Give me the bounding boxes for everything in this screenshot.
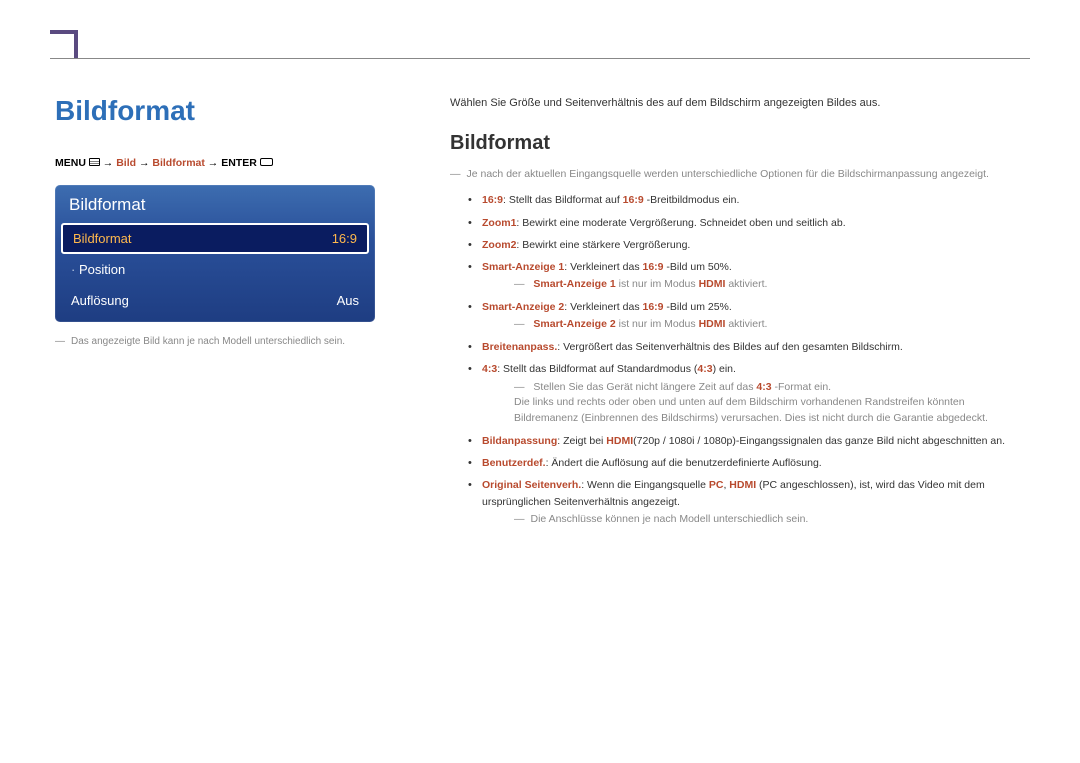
t: : Bewirkt eine stärkere Vergrößerung.	[516, 239, 690, 251]
t: HDMI	[699, 278, 726, 290]
footnote: Das angezeigte Bild kann je nach Modell …	[55, 336, 395, 347]
sub-note: Smart-Anzeige 2 ist nur im Modus HDMI ak…	[514, 317, 1030, 333]
osd-row-value: 16:9	[332, 231, 357, 246]
section-title: Bildformat	[450, 132, 1030, 155]
page-title: Bildformat	[55, 95, 395, 127]
list-item: 16:9: Stellt das Bildformat auf 16:9 -Br…	[450, 192, 1030, 208]
t: 16:9	[643, 301, 664, 313]
t: -Bild um 25%.	[664, 301, 732, 313]
right-column: Wählen Sie Größe und Seitenverhältnis de…	[450, 95, 1030, 534]
t: Stellen Sie das Gerät nicht längere Zeit…	[533, 381, 756, 393]
t: : Stellt das Bildformat auf	[503, 194, 623, 206]
opt-label: Smart-Anzeige 1	[482, 261, 564, 273]
list-item: Breitenanpass.: Vergrößert das Seitenver…	[450, 339, 1030, 355]
osd-panel: Bildformat Bildformat 16:9 Position Aufl…	[55, 185, 375, 322]
breadcrumb-enter: ENTER	[221, 157, 257, 169]
osd-row-position[interactable]: Position	[55, 254, 375, 285]
t: HDMI	[729, 479, 756, 491]
t: -Breitbildmodus ein.	[644, 194, 740, 206]
opt-label: Bildanpassung	[482, 435, 557, 447]
breadcrumb: MENU → Bild → Bildformat → ENTER	[55, 157, 395, 169]
t: ist nur im Modus	[616, 278, 699, 290]
t: -Format ein.	[772, 381, 832, 393]
t: : Verkleinert das	[564, 301, 642, 313]
opt-label: Original Seitenverh.	[482, 479, 581, 491]
breadcrumb-arrow: →	[208, 157, 221, 169]
t: 16:9	[623, 194, 644, 206]
osd-row-label: Position	[71, 262, 125, 277]
breadcrumb-bild: Bild	[116, 157, 136, 169]
list-item: Smart-Anzeige 2: Verkleinert das 16:9 -B…	[450, 299, 1030, 333]
t: : Wenn die Eingangsquelle	[581, 479, 709, 491]
opt-label: Zoom2	[482, 239, 516, 251]
list-item: Bildanpassung: Zeigt bei HDMI(720p / 108…	[450, 433, 1030, 449]
page: Bildformat MENU → Bild → Bildformat → EN…	[0, 0, 1080, 763]
t: Die links und rechts oder oben und unten…	[514, 396, 988, 424]
osd-row-bildformat[interactable]: Bildformat 16:9	[61, 223, 369, 254]
t: : Stellt das Bildformat auf Standardmodu…	[497, 363, 697, 375]
t: aktiviert.	[725, 318, 767, 330]
sub-note: Stellen Sie das Gerät nicht längere Zeit…	[514, 380, 1030, 427]
t: Smart-Anzeige 2	[533, 318, 615, 330]
t: : Vergrößert das Seitenverhältnis des Bi…	[557, 341, 903, 353]
opt-label: 16:9	[482, 194, 503, 206]
opt-label: Breitenanpass.	[482, 341, 557, 353]
osd-title: Bildformat	[55, 185, 375, 223]
t: 4:3	[697, 363, 712, 375]
header-divider	[50, 58, 1030, 59]
t: PC	[709, 479, 724, 491]
t: 4:3	[756, 381, 771, 393]
list-item: Zoom2: Bewirkt eine stärkere Vergrößerun…	[450, 237, 1030, 253]
osd-row-label: Bildformat	[73, 231, 132, 246]
enter-icon	[260, 158, 273, 166]
top-note: Je nach der aktuellen Eingangsquelle wer…	[450, 167, 1030, 183]
t: : Verkleinert das	[564, 261, 642, 273]
opt-label: 4:3	[482, 363, 497, 375]
intro-text: Wählen Sie Größe und Seitenverhältnis de…	[450, 95, 1030, 112]
breadcrumb-arrow: →	[103, 157, 116, 169]
t: -Bild um 50%.	[664, 261, 732, 273]
t: : Ändert die Auflösung auf die benutzerd…	[546, 457, 822, 469]
list-item: 4:3: Stellt das Bildformat auf Standardm…	[450, 361, 1030, 427]
t: 16:9	[643, 261, 664, 273]
t: ) ein.	[713, 363, 736, 375]
t: aktiviert.	[725, 278, 767, 290]
osd-row-aufloesung[interactable]: Auflösung Aus	[55, 285, 375, 322]
opt-label: Smart-Anzeige 2	[482, 301, 564, 313]
list-item: Original Seitenverh.: Wenn die Eingangsq…	[450, 477, 1030, 527]
t: HDMI	[606, 435, 633, 447]
t: Smart-Anzeige 1	[533, 278, 615, 290]
header-accent	[50, 30, 78, 58]
list-item: Zoom1: Bewirkt eine moderate Vergrößerun…	[450, 215, 1030, 231]
opt-label: Zoom1	[482, 217, 516, 229]
t: : Bewirkt eine moderate Vergrößerung. Sc…	[516, 217, 845, 229]
breadcrumb-menu: MENU	[55, 157, 86, 169]
list-item: Benutzerdef.: Ändert die Auflösung auf d…	[450, 455, 1030, 471]
opt-label: Benutzerdef.	[482, 457, 546, 469]
left-column: Bildformat MENU → Bild → Bildformat → EN…	[55, 95, 395, 347]
t: : Zeigt bei	[557, 435, 606, 447]
breadcrumb-arrow: →	[139, 157, 152, 169]
t: HDMI	[699, 318, 726, 330]
option-list: 16:9: Stellt das Bildformat auf 16:9 -Br…	[450, 192, 1030, 527]
t: ist nur im Modus	[616, 318, 699, 330]
menu-icon	[89, 158, 100, 166]
t: (720p / 1080i / 1080p)-Eingangssignalen …	[633, 435, 1005, 447]
sub-note: Die Anschlüsse können je nach Modell unt…	[514, 512, 1030, 528]
osd-row-label: Auflösung	[71, 293, 129, 308]
breadcrumb-bildformat: Bildformat	[152, 157, 205, 169]
sub-note: Smart-Anzeige 1 ist nur im Modus HDMI ak…	[514, 277, 1030, 293]
osd-row-value: Aus	[337, 293, 359, 308]
list-item: Smart-Anzeige 1: Verkleinert das 16:9 -B…	[450, 259, 1030, 293]
